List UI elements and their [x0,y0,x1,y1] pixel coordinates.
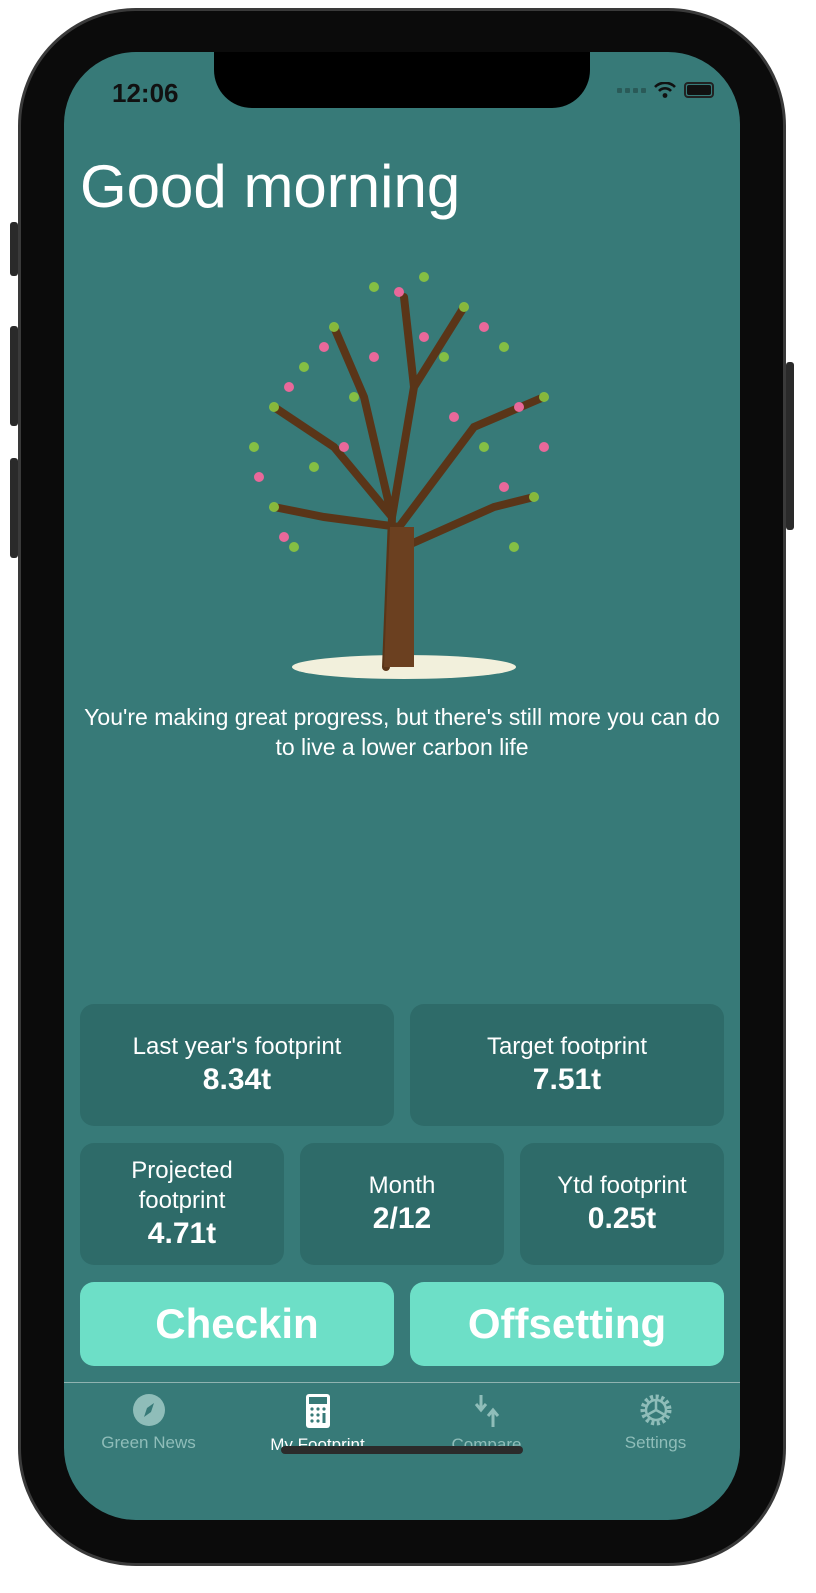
mute-switch [10,222,18,276]
stat-label: Month [368,1172,436,1199]
stat-label: Target footprint [486,1033,648,1060]
stat-value: 7.51t [532,1063,602,1096]
offsetting-button[interactable]: Offsetting [410,1282,724,1366]
volume-up-button [10,326,18,426]
notch [214,52,590,108]
stat-label: Ytd footprint [557,1172,687,1199]
stat-value: 8.34t [202,1063,272,1096]
stat-target-footprint: Target footprint 7.51t [410,1004,724,1126]
calculator-icon [305,1394,330,1428]
tab-label: Settings [624,1433,687,1452]
home-indicator[interactable] [281,1446,523,1454]
screen: 12:06 Good morning You're making great p… [64,52,740,1520]
stat-value: 2/12 [372,1202,432,1235]
volume-down-button [10,458,18,558]
power-button [786,362,794,530]
signal-icon [617,87,646,93]
page-title: Good morning [80,153,461,220]
tab-settings[interactable]: Settings [571,1393,740,1453]
stat-value: 4.71t [147,1217,217,1250]
status-time: 12:06 [112,78,179,108]
progress-message: You're making great progress, but there'… [84,704,720,760]
stat-projected-footprint: Projected footprint 4.71t [80,1143,284,1265]
gear-icon [640,1394,671,1426]
status-icons [617,82,714,98]
tree-illustration [249,272,549,679]
tab-green-news[interactable]: Green News [64,1393,233,1453]
stat-last-year-footprint: Last year's footprint 8.34t [80,1004,394,1126]
stat-ytd-footprint: Ytd footprint 0.25t [520,1143,724,1265]
stat-label: Last year's footprint [132,1033,342,1060]
compass-icon [132,1394,165,1426]
wifi-icon [654,82,676,98]
battery-icon [684,82,714,98]
tab-label: Green News [101,1433,196,1452]
stat-month: Month 2/12 [300,1143,504,1265]
checkin-button[interactable]: Checkin [80,1282,394,1366]
stat-value: 0.25t [587,1202,657,1235]
arrows-up-down-icon [474,1395,499,1427]
stat-label: Projected footprint [131,1157,233,1214]
